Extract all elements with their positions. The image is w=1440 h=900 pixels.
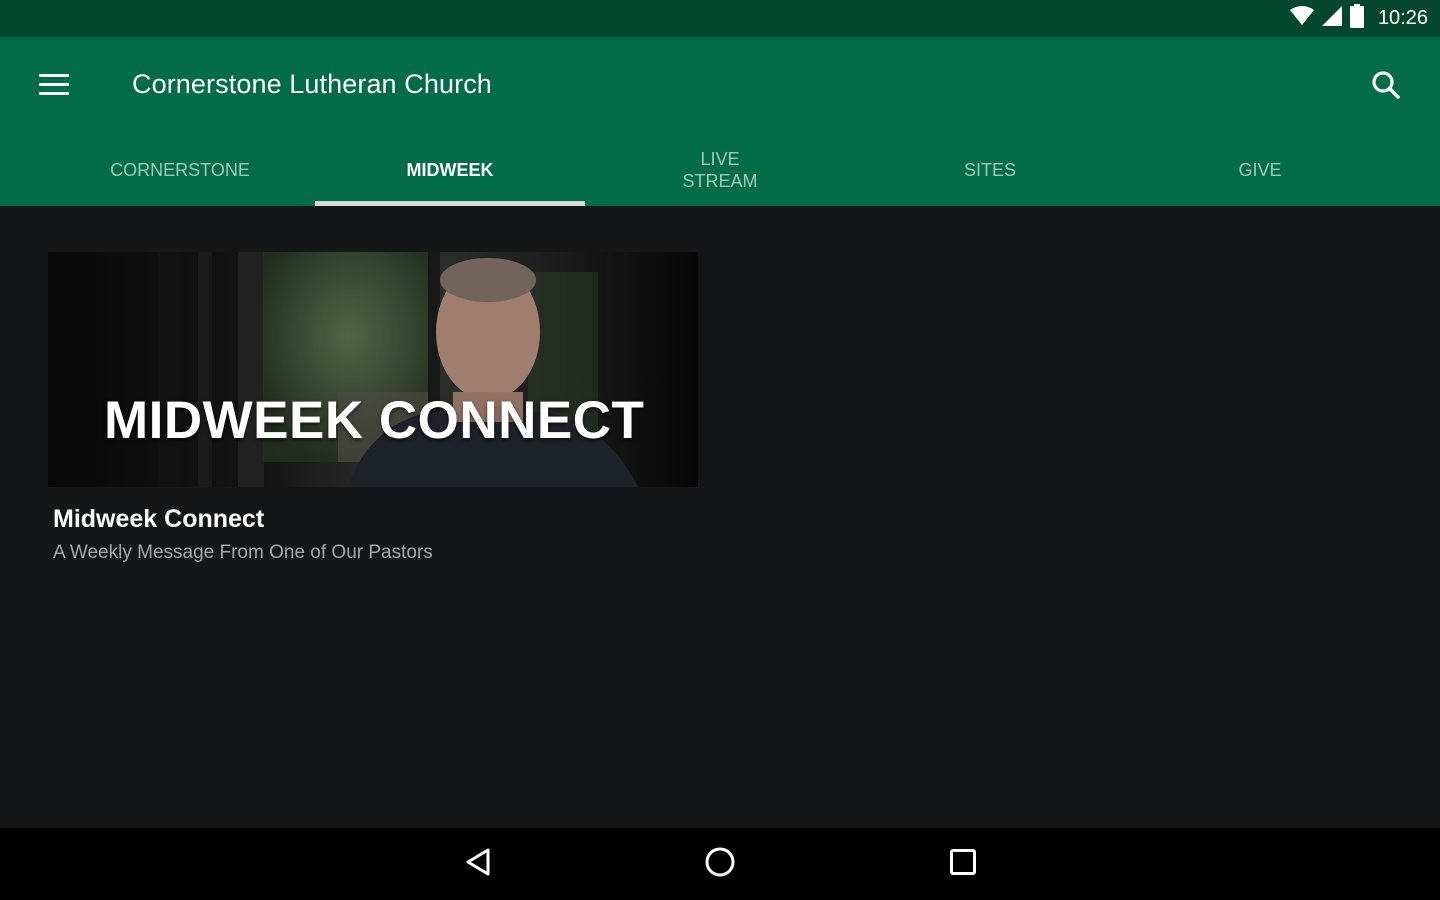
thumbnail-image bbox=[48, 252, 698, 487]
content-area: MIDWEEK CONNECT Midweek Connect A Weekly… bbox=[0, 206, 1440, 828]
tab-bar: CORNERSTONE MIDWEEK LIVE STREAM SITES GI… bbox=[45, 133, 1395, 206]
search-button[interactable] bbox=[1358, 59, 1414, 115]
wifi-icon bbox=[1289, 6, 1314, 31]
menu-button[interactable] bbox=[26, 59, 82, 115]
card-title: Midweek Connect bbox=[53, 505, 265, 533]
hamburger-menu-icon bbox=[39, 73, 69, 101]
cell-signal-icon bbox=[1321, 6, 1342, 31]
status-icons: 10:26 bbox=[1289, 0, 1428, 37]
back-button[interactable] bbox=[454, 840, 502, 888]
tab-cornerstone[interactable]: CORNERSTONE bbox=[45, 133, 315, 206]
app-bar: Cornerstone Lutheran Church CORNERSTONE … bbox=[0, 37, 1440, 206]
thumbnail-title: MIDWEEK CONNECT bbox=[104, 391, 645, 450]
page-title: Cornerstone Lutheran Church bbox=[132, 69, 492, 99]
recents-button[interactable] bbox=[939, 840, 987, 888]
recents-icon bbox=[949, 848, 977, 881]
home-icon bbox=[704, 846, 736, 883]
card-subtitle: A Weekly Message From One of Our Pastors bbox=[53, 542, 433, 563]
tab-sites[interactable]: SITES bbox=[855, 133, 1125, 206]
media-card[interactable]: MIDWEEK CONNECT Midweek Connect A Weekly… bbox=[48, 252, 698, 564]
tab-midweek[interactable]: MIDWEEK bbox=[315, 133, 585, 206]
back-icon bbox=[464, 847, 492, 882]
card-thumbnail[interactable]: MIDWEEK CONNECT bbox=[48, 252, 698, 487]
search-icon bbox=[1371, 70, 1401, 105]
home-button[interactable] bbox=[696, 840, 744, 888]
status-bar: 10:26 bbox=[0, 0, 1440, 37]
tab-live-stream[interactable]: LIVE STREAM bbox=[585, 133, 855, 206]
battery-icon bbox=[1349, 4, 1364, 33]
status-time: 10:26 bbox=[1377, 7, 1428, 29]
system-nav-bar bbox=[0, 828, 1440, 900]
tab-give[interactable]: GIVE bbox=[1125, 133, 1395, 206]
